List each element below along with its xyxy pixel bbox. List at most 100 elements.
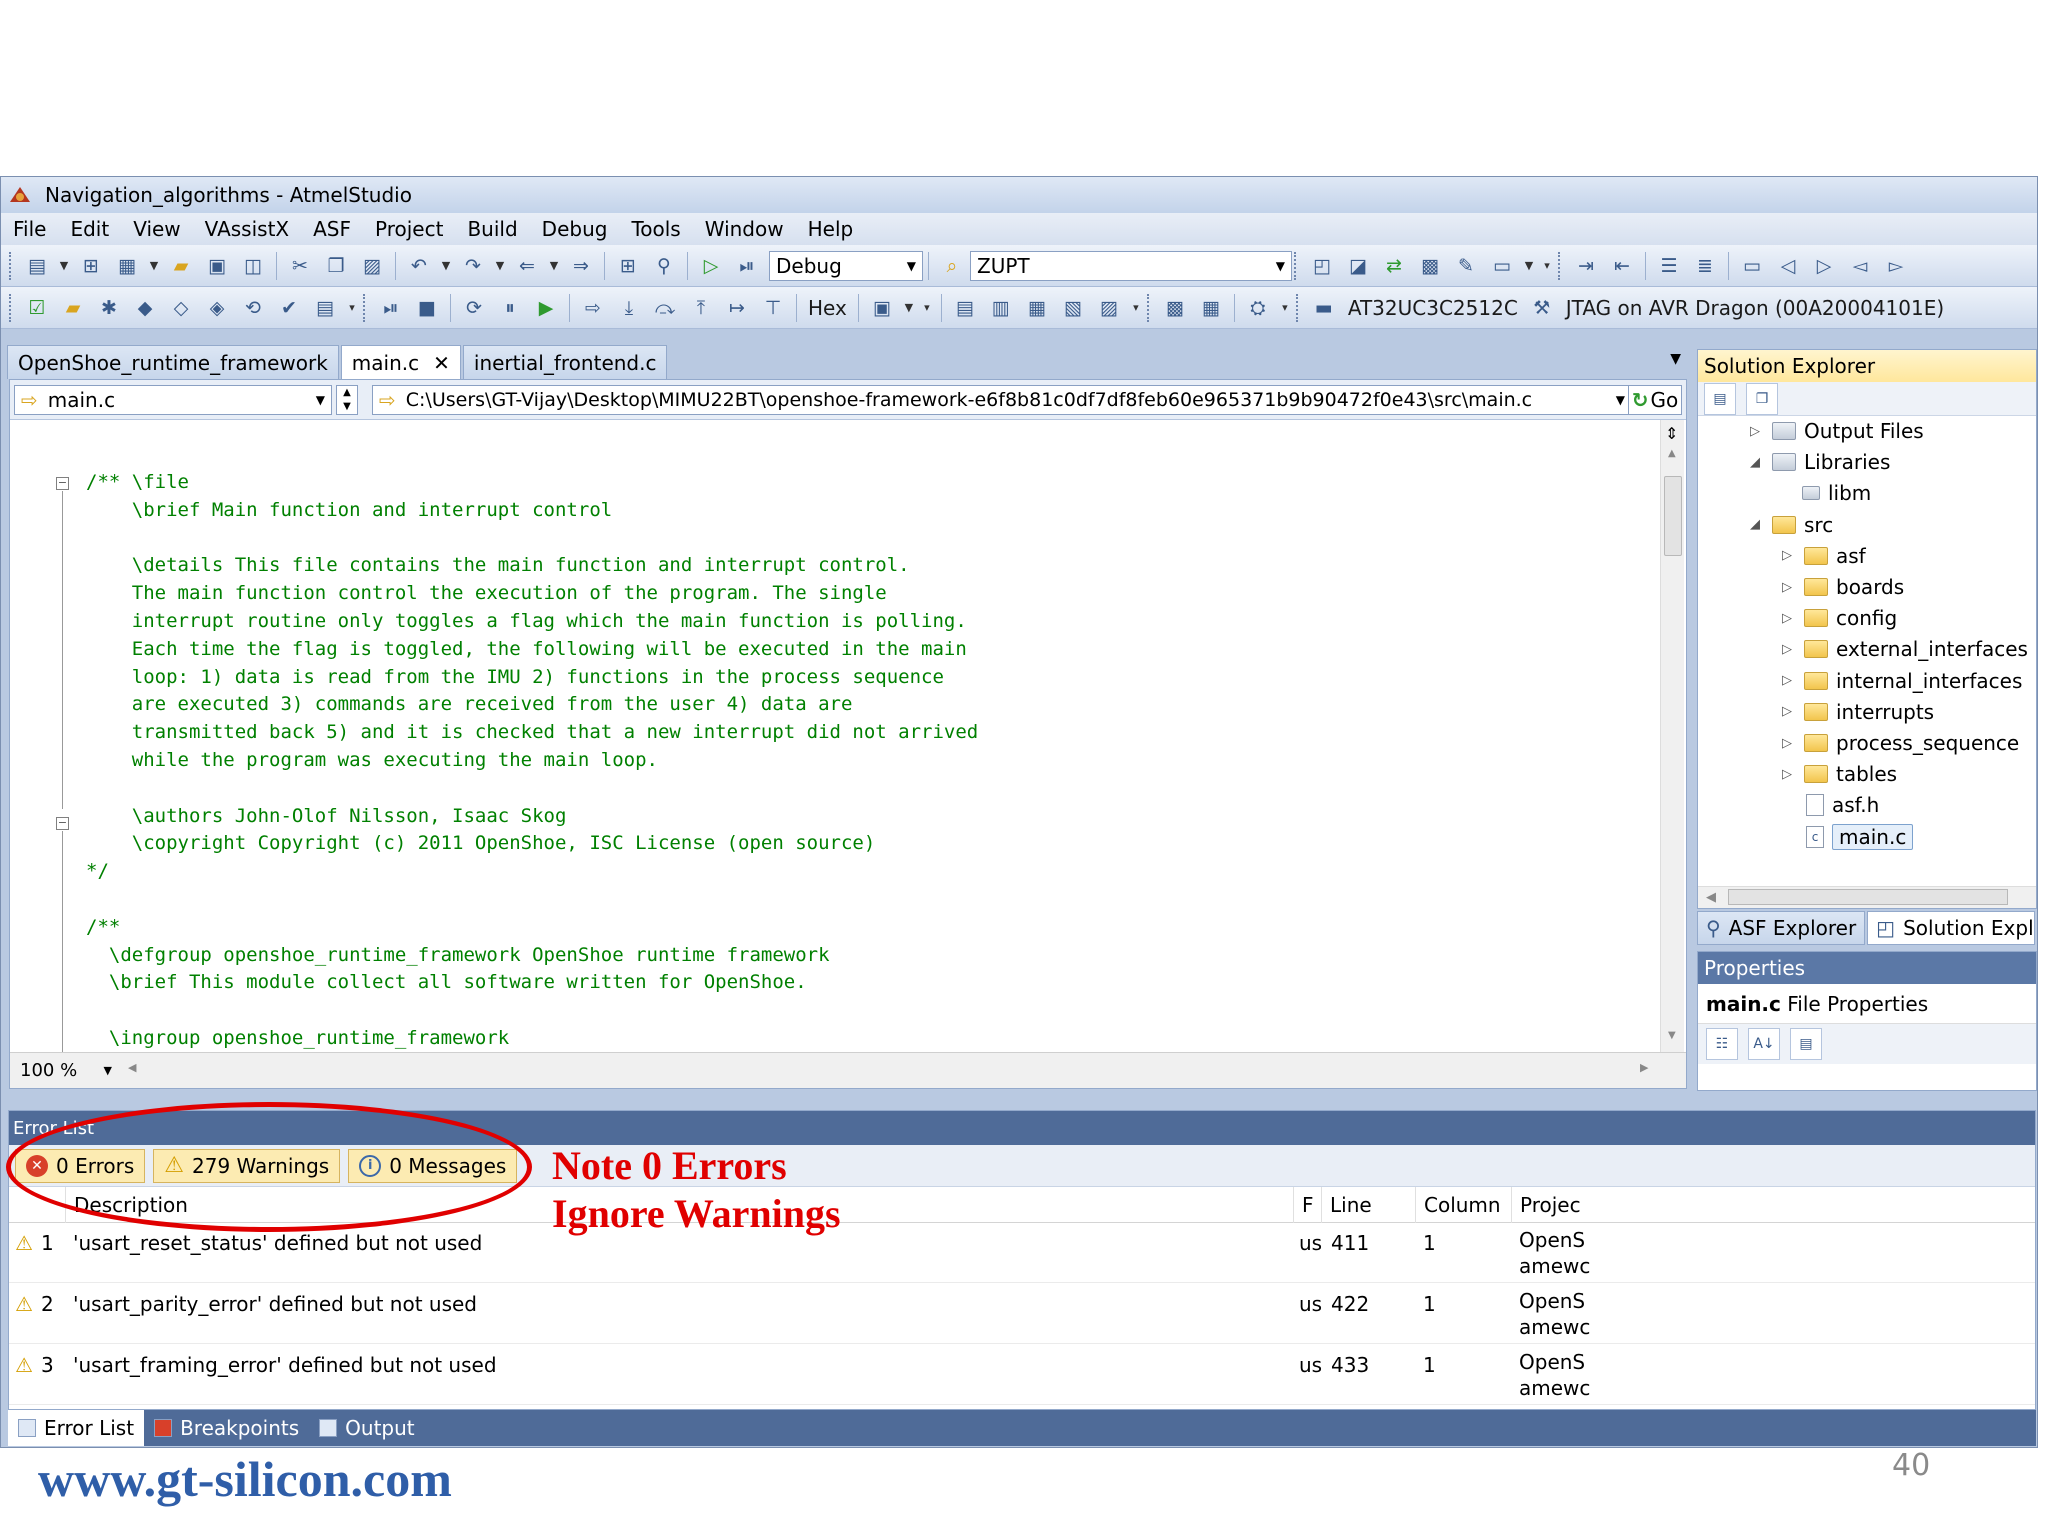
- spell-check-icon[interactable]: ✔: [273, 292, 305, 324]
- properties-window-icon[interactable]: ◪: [1342, 250, 1374, 282]
- show-next-statement-icon[interactable]: ⇨: [577, 292, 609, 324]
- undo-icon[interactable]: ↶: [403, 250, 435, 282]
- uncomment-lines-icon[interactable]: ≣: [1689, 250, 1721, 282]
- fold-toggle-icon[interactable]: −: [56, 477, 69, 490]
- find-in-files-icon[interactable]: ⚲: [648, 250, 680, 282]
- continue-icon[interactable]: ⏯: [375, 292, 407, 324]
- messages-filter-button[interactable]: i 0 Messages: [348, 1148, 518, 1183]
- menu-build[interactable]: Build: [455, 217, 529, 241]
- column-header-number[interactable]: [9, 1187, 65, 1223]
- scroll-right-icon[interactable]: ▶: [1640, 1061, 1648, 1074]
- toolbar-options-icon[interactable]: ▾: [345, 292, 359, 324]
- io-view-icon[interactable]: ▨: [1093, 292, 1125, 324]
- debug-windows-icon[interactable]: ▣: [866, 292, 898, 324]
- toolbar-grip[interactable]: [9, 251, 13, 280]
- start-without-debugging-icon[interactable]: ▷: [695, 250, 727, 282]
- scroll-up-icon[interactable]: ▲: [1668, 448, 1676, 459]
- table-row[interactable]: ⚠ 3 'usart_framing_error' defined but not …: [9, 1345, 2035, 1405]
- column-header-file[interactable]: F: [1293, 1187, 1321, 1223]
- stop-debugging-icon[interactable]: ■: [411, 292, 443, 324]
- scrollbar-thumb[interactable]: [1664, 476, 1682, 556]
- categorized-icon[interactable]: ☷: [1706, 1028, 1738, 1060]
- tree-node[interactable]: ◢ Libraries: [1744, 447, 1890, 477]
- set-next-statement-icon[interactable]: ⊤: [757, 292, 789, 324]
- tab-error-list[interactable]: Error List: [8, 1410, 145, 1446]
- tree-node[interactable]: c main.c: [1776, 822, 1914, 852]
- programming-icon[interactable]: ⛭: [1242, 292, 1274, 324]
- memory-icon[interactable]: ▦: [1021, 292, 1053, 324]
- expand-arrow-icon[interactable]: ▷: [1776, 611, 1798, 626]
- debug-tool-icon[interactable]: ⚒: [1526, 292, 1558, 324]
- hex-display-toggle[interactable]: Hex: [802, 296, 853, 320]
- toolbar-options-icon[interactable]: ▾: [1278, 292, 1292, 324]
- redo-dropdown-icon[interactable]: ▼: [493, 250, 507, 282]
- step-out-icon[interactable]: ⤒: [685, 292, 717, 324]
- expand-arrow-icon[interactable]: ▷: [1776, 580, 1798, 595]
- object-browser-icon[interactable]: ⇄: [1378, 250, 1410, 282]
- property-pages-icon[interactable]: ▤: [1790, 1028, 1822, 1060]
- extension-manager-icon[interactable]: ✎: [1450, 250, 1482, 282]
- expand-arrow-icon[interactable]: ▷: [1776, 736, 1798, 751]
- cut-icon[interactable]: ✂: [284, 250, 316, 282]
- expand-arrow-icon[interactable]: ▷: [1776, 548, 1798, 563]
- clear-bookmarks-icon[interactable]: ▻: [1880, 250, 1912, 282]
- start-page-dropdown-icon[interactable]: ▼: [1522, 250, 1536, 282]
- find-combo[interactable]: ZUPT ▼: [970, 250, 1292, 281]
- next-bookmark-icon[interactable]: ▷: [1808, 250, 1840, 282]
- solution-configurations-icon[interactable]: ⊞: [612, 250, 644, 282]
- clipboard-icon[interactable]: ▤: [309, 292, 341, 324]
- scrollbar-thumb[interactable]: [1728, 889, 2008, 905]
- comment-lines-icon[interactable]: ☰: [1653, 250, 1685, 282]
- sort-alphabetical-icon[interactable]: A↓: [1748, 1028, 1780, 1060]
- toolbox-icon[interactable]: ▩: [1414, 250, 1446, 282]
- disassembly-icon[interactable]: ▧: [1057, 292, 1089, 324]
- menu-tools[interactable]: Tools: [619, 217, 692, 241]
- open-project-icon[interactable]: ▰: [57, 292, 89, 324]
- start-debugging-break-icon[interactable]: ⏯: [731, 250, 763, 282]
- toolbar-grip[interactable]: [1294, 251, 1298, 280]
- expand-arrow-icon[interactable]: ▷: [1776, 642, 1798, 657]
- solution-explorer-icon[interactable]: ◰: [1306, 250, 1338, 282]
- tab-openshoe-runtime-framework[interactable]: OpenShoe_runtime_framework: [7, 345, 339, 379]
- processor-view-icon[interactable]: ▩: [1159, 292, 1191, 324]
- start-page-icon[interactable]: ▭: [1486, 250, 1518, 282]
- run-icon[interactable]: ▶: [530, 292, 562, 324]
- step-over-icon[interactable]: ⤼: [649, 292, 681, 324]
- device-name[interactable]: AT32UC3C2512C: [1342, 296, 1524, 320]
- toolbar-options-icon[interactable]: ▾: [1129, 292, 1143, 324]
- break-all-icon[interactable]: ⏸: [494, 292, 526, 324]
- toolbar-grip[interactable]: [1146, 293, 1151, 322]
- file-path-combo[interactable]: ⇨ C:\Users\GT-Vijay\Desktop\MIMU22BT\ope…: [372, 385, 1632, 415]
- go-button[interactable]: ↻ Go: [1628, 385, 1682, 415]
- add-existing-icon[interactable]: ▦: [111, 250, 143, 282]
- menu-edit[interactable]: Edit: [58, 217, 121, 241]
- tree-node[interactable]: ▷ process_sequence: [1776, 728, 2019, 758]
- scroll-left-icon[interactable]: ◀: [1706, 890, 1716, 905]
- tab-solution-explorer[interactable]: ◰ Solution Explo: [1867, 911, 2035, 945]
- rebuild-icon[interactable]: ◇: [165, 292, 197, 324]
- configuration-combo[interactable]: Debug ▼: [769, 250, 923, 281]
- open-file-icon[interactable]: ▰: [165, 250, 197, 282]
- add-dropdown-icon[interactable]: ▼: [147, 250, 161, 282]
- scope-spinner[interactable]: ▲ ▼: [336, 385, 358, 415]
- device-programming-icon[interactable]: ☑: [21, 292, 53, 324]
- menu-debug[interactable]: Debug: [530, 217, 620, 241]
- fold-toggle-icon[interactable]: −: [56, 817, 69, 830]
- registers-icon[interactable]: ▥: [985, 292, 1017, 324]
- toolbar-grip[interactable]: [1558, 251, 1562, 280]
- warnings-filter-button[interactable]: ⚠ 279 Warnings: [153, 1148, 341, 1183]
- menu-window[interactable]: Window: [693, 217, 796, 241]
- toolbar-grip[interactable]: [1295, 293, 1300, 322]
- undo-dropdown-icon[interactable]: ▼: [439, 250, 453, 282]
- previous-bookmark-icon[interactable]: ◁: [1772, 250, 1804, 282]
- table-row[interactable]: ⚠ 1 'usart_reset_status' defined but not u…: [9, 1223, 2035, 1283]
- find-icon[interactable]: ⌕: [936, 250, 968, 282]
- expand-arrow-icon[interactable]: ▷: [1744, 424, 1766, 439]
- step-into-icon[interactable]: ⤓: [613, 292, 645, 324]
- expand-arrow-icon[interactable]: ▷: [1776, 704, 1798, 719]
- asf-wizard-icon[interactable]: ✱: [93, 292, 125, 324]
- save-all-icon[interactable]: ◫: [237, 250, 269, 282]
- copy-icon[interactable]: ❐: [320, 250, 352, 282]
- debug-windows-dropdown-icon[interactable]: ▼: [902, 292, 916, 324]
- navigate-dropdown-icon[interactable]: ▼: [547, 250, 561, 282]
